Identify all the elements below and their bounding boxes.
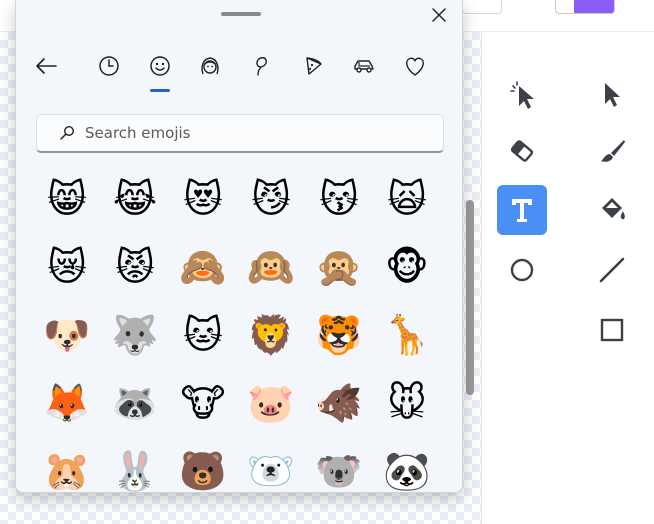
recent-clock-icon [99, 56, 119, 76]
emoji-item[interactable]: 🙈 [170, 234, 236, 300]
search-icon [49, 125, 85, 141]
emoji-item[interactable]: 🐹 [34, 438, 100, 492]
top-toolbar-button[interactable] [462, 0, 502, 14]
color-swatch[interactable] [555, 0, 615, 14]
tab-nature[interactable] [244, 48, 280, 84]
close-button[interactable] [426, 2, 452, 28]
canvas-scrollbar[interactable] [466, 200, 474, 395]
pointer-select-icon[interactable] [587, 70, 637, 120]
travel-car-icon [354, 60, 374, 73]
emoji-item[interactable]: 😾 [102, 234, 168, 300]
emoji-item[interactable]: 🙀 [374, 166, 440, 232]
smiley-face-icon [150, 56, 170, 76]
tab-smileys[interactable] [142, 48, 178, 84]
tab-food[interactable] [296, 48, 332, 84]
circle-shape-icon[interactable] [497, 245, 547, 295]
emoji-item[interactable]: 😻 [170, 166, 236, 232]
nature-icon [256, 57, 267, 76]
emoji-item[interactable]: 🐨 [306, 438, 372, 492]
tab-people[interactable] [192, 48, 228, 84]
emoji-item[interactable]: 🐻‍❄️ [238, 438, 304, 492]
fill-bucket-icon[interactable] [587, 185, 637, 235]
tab-symbols[interactable] [397, 48, 433, 84]
emoji-item[interactable]: 🐭 [374, 370, 440, 436]
emoji-item[interactable]: 🐷 [238, 370, 304, 436]
emoji-item[interactable]: 🐮 [170, 370, 236, 436]
emoji-item[interactable]: 🦁 [238, 302, 304, 368]
emoji-item[interactable]: 🦝 [102, 370, 168, 436]
emoji-item[interactable]: 🐱 [170, 302, 236, 368]
emoji-item[interactable]: 🐯 [306, 302, 372, 368]
selected-tab-indicator [150, 89, 170, 92]
emoji-picker-panel: 😸😹😻😼😽🙀 😿😾🙈🙉🙊🐵 🐶🐺🐱🦁🐯🦒 🦊🦝🐮🐷🐗🐭 🐹🐰🐻🐻‍❄️🐨🐼 [15, 0, 463, 493]
tab-travel[interactable] [346, 48, 382, 84]
emoji-item[interactable]: 🐰 [102, 438, 168, 492]
emoji-item[interactable]: 😹 [102, 166, 168, 232]
close-icon [432, 8, 446, 22]
drag-handle[interactable] [221, 12, 261, 16]
emoji-item[interactable]: 🐼 [374, 438, 440, 492]
food-pizza-icon [306, 57, 322, 75]
category-nav [16, 48, 462, 92]
emoji-item[interactable]: 🙉 [238, 234, 304, 300]
emoji-item[interactable]: 😽 [306, 166, 372, 232]
back-arrow-icon [36, 58, 57, 74]
emoji-item[interactable]: 🦒 [374, 302, 440, 368]
line-shape-icon[interactable] [587, 245, 637, 295]
emoji-item[interactable]: 😿 [34, 234, 100, 300]
back-button[interactable] [28, 48, 64, 84]
search-box[interactable] [36, 114, 444, 153]
magic-select-cursor-icon[interactable] [497, 70, 547, 120]
eraser-icon[interactable] [497, 126, 547, 176]
emoji-item[interactable]: 😼 [238, 166, 304, 232]
emoji-item[interactable]: 🙊 [306, 234, 372, 300]
emoji-item[interactable]: 🐵 [374, 234, 440, 300]
search-input[interactable] [85, 124, 405, 142]
emoji-grid: 😸 😹 😻 😼 😽 🙀 😿 😾 🙈 🙉 🙊 🐵 🐶 🐺 🐱 🦁 🐯 🦒 🦊 🦝 🐮 🐷 🐗 🐭 🐹 🐰 🐻 🐻‍❄️ 🐨 🐼 [34, 166, 454, 492]
emoji-item[interactable]: 🐶 [34, 302, 100, 368]
heart-symbols-icon [406, 57, 424, 76]
emoji-item[interactable]: 😸 [34, 166, 100, 232]
people-face-icon [201, 57, 219, 75]
emoji-item[interactable]: 🐻 [170, 438, 236, 492]
brush-icon[interactable] [587, 126, 637, 176]
emoji-item[interactable]: 🐗 [306, 370, 372, 436]
text-tool-icon[interactable] [497, 185, 547, 235]
tab-recent[interactable] [91, 48, 127, 84]
emoji-item[interactable]: 🐺 [102, 302, 168, 368]
emoji-item[interactable]: 🦊 [34, 370, 100, 436]
square-shape-icon[interactable] [587, 305, 637, 355]
tool-panel [482, 32, 654, 524]
